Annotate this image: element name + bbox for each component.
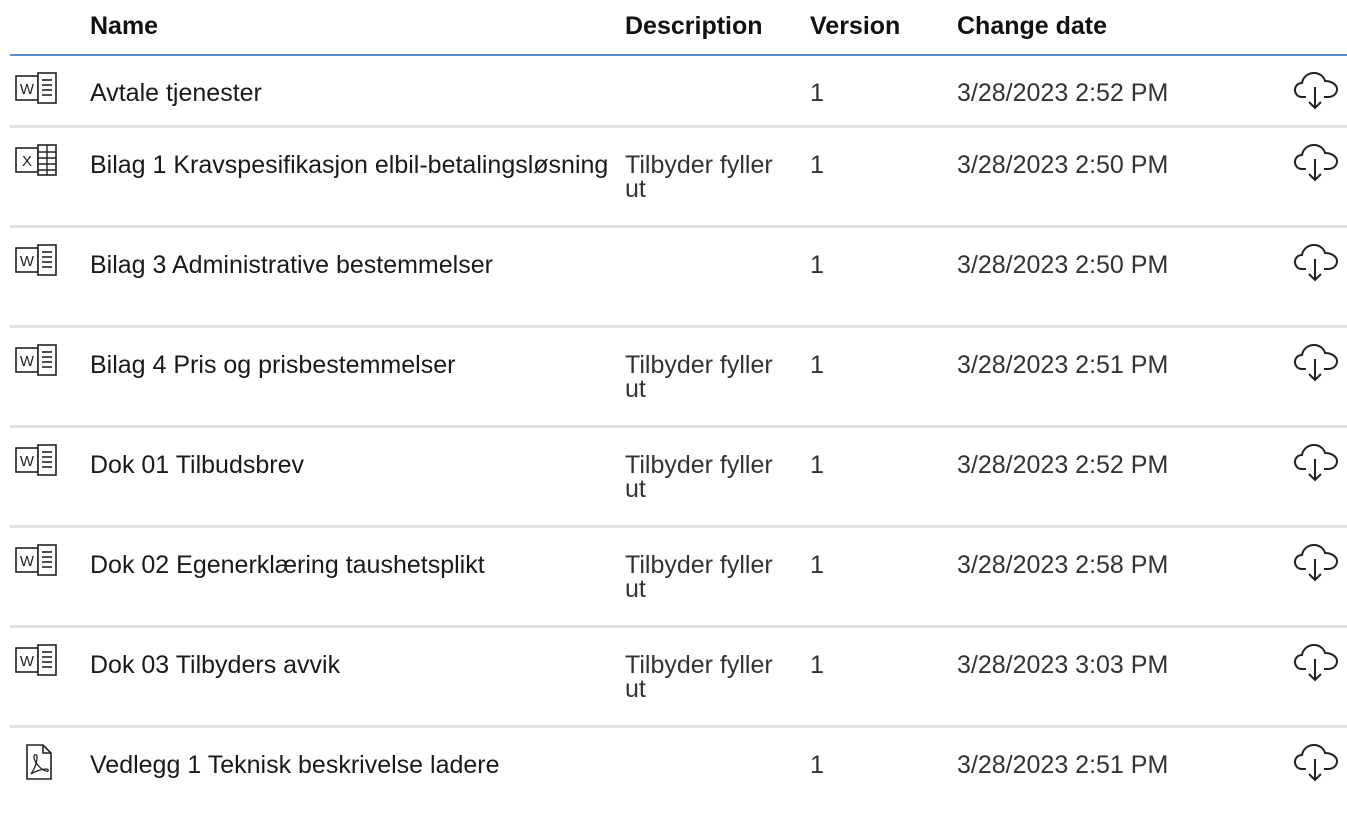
column-header-description[interactable]: Description xyxy=(625,12,763,41)
cloud-download-icon[interactable] xyxy=(1293,442,1339,482)
table-row[interactable]: W Bilag 4 Pris og prisbestemmelser Tilbyde… xyxy=(10,328,1347,428)
pdf-file-icon xyxy=(15,744,59,780)
document-version: 1 xyxy=(810,651,824,679)
document-version: 1 xyxy=(810,79,824,107)
document-description: Tilbyder fyller ut xyxy=(625,351,773,403)
document-version: 1 xyxy=(810,751,824,779)
table-row[interactable]: X Bilag 1 Kravspesifikasjon elbil-betalin… xyxy=(10,128,1347,228)
cloud-download-icon[interactable] xyxy=(1293,342,1339,382)
document-change-date: 3/28/2023 3:03 PM xyxy=(957,651,1169,679)
table-row[interactable]: W Avtale tjenester 1 3/28/2023 2:52 PM xyxy=(10,56,1347,128)
cloud-download-icon[interactable] xyxy=(1293,642,1339,682)
table-header: Name Description Version Change date xyxy=(10,0,1347,56)
document-name[interactable]: Dok 01 Tilbudsbrev xyxy=(90,453,610,478)
document-version: 1 xyxy=(810,251,824,279)
document-version: 1 xyxy=(810,351,824,379)
document-change-date: 3/28/2023 2:51 PM xyxy=(957,351,1169,379)
cloud-download-icon[interactable] xyxy=(1293,70,1339,110)
column-header-name[interactable]: Name xyxy=(90,12,158,41)
svg-text:W: W xyxy=(20,353,35,370)
table-body: W Avtale tjenester 1 3/28/2023 2:52 PM X Bila… xyxy=(10,56,1347,808)
document-name[interactable]: Bilag 1 Kravspesifikasjon elbil-betaling… xyxy=(90,153,610,178)
svg-text:W: W xyxy=(20,253,35,270)
document-version: 1 xyxy=(810,451,824,479)
word-file-icon: W xyxy=(15,72,59,104)
document-name[interactable]: Avtale tjenester xyxy=(90,81,610,106)
word-file-icon: W xyxy=(15,644,59,676)
document-change-date: 3/28/2023 2:52 PM xyxy=(957,451,1169,479)
document-change-date: 3/28/2023 2:58 PM xyxy=(957,551,1169,579)
cloud-download-icon[interactable] xyxy=(1293,242,1339,282)
svg-text:X: X xyxy=(22,153,32,170)
document-change-date: 3/28/2023 2:51 PM xyxy=(957,751,1169,779)
document-description: Tilbyder fyller ut xyxy=(625,451,773,503)
cloud-download-icon[interactable] xyxy=(1293,542,1339,582)
document-version: 1 xyxy=(810,551,824,579)
word-file-icon: W xyxy=(15,344,59,376)
document-version: 1 xyxy=(810,151,824,179)
document-name[interactable]: Vedlegg 1 Teknisk beskrivelse ladere xyxy=(90,753,610,778)
word-file-icon: W xyxy=(15,444,59,476)
word-file-icon: W xyxy=(15,244,59,276)
document-change-date: 3/28/2023 2:50 PM xyxy=(957,151,1169,179)
document-description: Tilbyder fyller ut xyxy=(625,551,773,603)
table-row[interactable]: W Bilag 3 Administrative bestemmelser 1 3/2… xyxy=(10,228,1347,328)
table-row[interactable]: W Dok 02 Egenerklæring taushetsplikt Tilby… xyxy=(10,528,1347,628)
documents-table: Name Description Version Change date W Av… xyxy=(10,0,1347,808)
document-name[interactable]: Bilag 3 Administrative bestemmelser xyxy=(90,253,610,278)
word-file-icon: W xyxy=(15,544,59,576)
cloud-download-icon[interactable] xyxy=(1293,142,1339,182)
document-name[interactable]: Dok 02 Egenerklæring taushetsplikt xyxy=(90,553,610,578)
cloud-download-icon[interactable] xyxy=(1293,742,1339,782)
document-description: Tilbyder fyller ut xyxy=(625,651,773,703)
document-name[interactable]: Bilag 4 Pris og prisbestemmelser xyxy=(90,353,610,378)
svg-text:W: W xyxy=(20,553,35,570)
document-change-date: 3/28/2023 2:50 PM xyxy=(957,251,1169,279)
document-change-date: 3/28/2023 2:52 PM xyxy=(957,79,1169,107)
svg-text:W: W xyxy=(20,453,35,470)
svg-text:W: W xyxy=(20,81,35,98)
column-header-change-date[interactable]: Change date xyxy=(957,12,1107,41)
document-description: Tilbyder fyller ut xyxy=(625,151,773,203)
column-header-version[interactable]: Version xyxy=(810,12,900,41)
document-name[interactable]: Dok 03 Tilbyders avvik xyxy=(90,653,610,678)
svg-text:W: W xyxy=(20,653,35,670)
table-row[interactable]: Vedlegg 1 Teknisk beskrivelse ladere 1 3/2… xyxy=(10,728,1347,808)
table-row[interactable]: W Dok 01 Tilbudsbrev Tilbyder fyller ut 1 3/… xyxy=(10,428,1347,528)
excel-file-icon: X xyxy=(15,144,59,176)
table-row[interactable]: W Dok 03 Tilbyders avvik Tilbyder fyller u… xyxy=(10,628,1347,728)
